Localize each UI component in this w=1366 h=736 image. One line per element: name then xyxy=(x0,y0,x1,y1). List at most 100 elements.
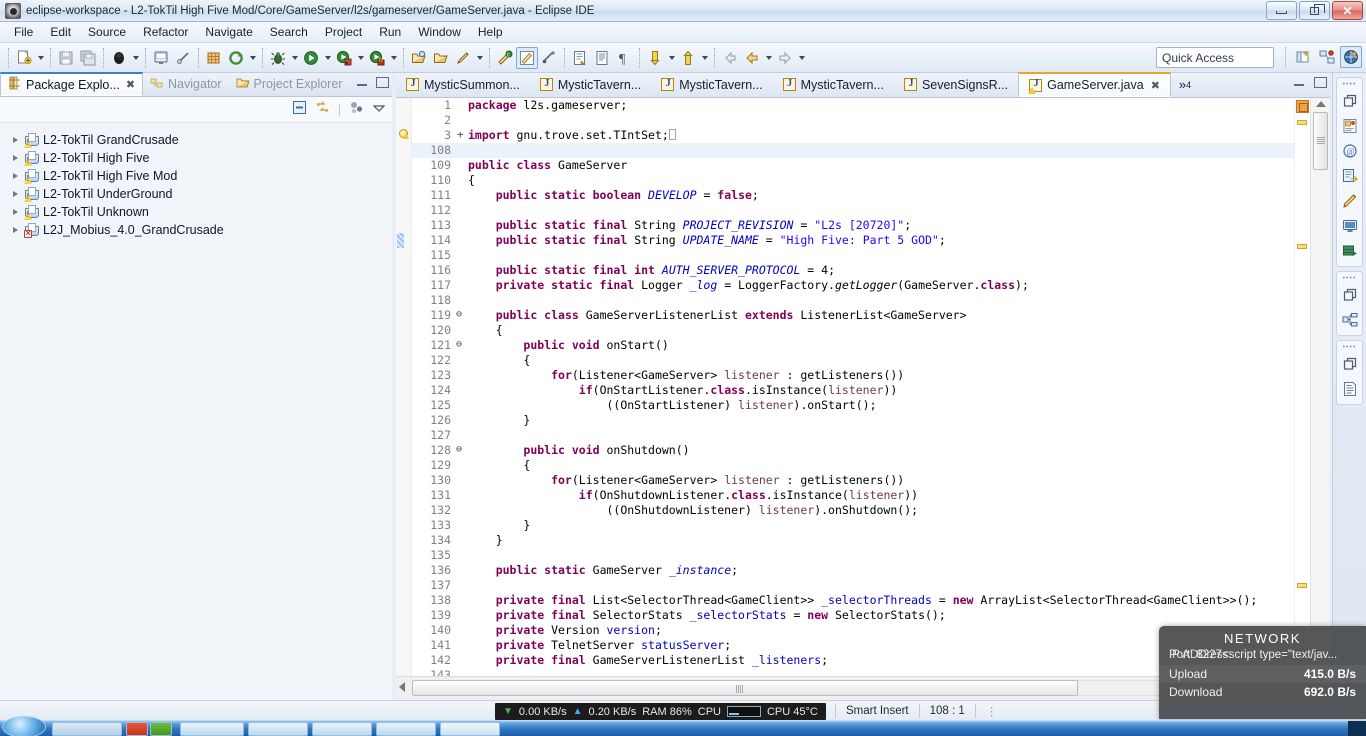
menu-item-navigate[interactable]: Navigate xyxy=(197,23,260,41)
overview-warning-mark[interactable] xyxy=(1297,120,1307,125)
menu-item-run[interactable]: Run xyxy=(371,23,409,41)
link-with-editor-icon[interactable] xyxy=(315,100,330,118)
taskbar-item[interactable] xyxy=(180,722,244,736)
expand-arrow-icon[interactable] xyxy=(10,135,21,146)
taskbar-item[interactable] xyxy=(150,722,172,736)
tree-item-project[interactable]: L2-TokTil High Five xyxy=(6,149,392,167)
open-type-icon[interactable] xyxy=(408,47,430,69)
tab-package-explorer[interactable]: Package Explo... ✖ xyxy=(0,72,144,96)
pencil-ruler-icon[interactable] xyxy=(1337,189,1363,213)
expand-arrow-icon[interactable] xyxy=(10,189,21,200)
external-tools-dropdown-icon[interactable] xyxy=(355,47,366,69)
annotation-ruler[interactable] xyxy=(396,98,412,676)
restore-icon[interactable] xyxy=(1337,89,1363,113)
next-annotation-icon[interactable] xyxy=(644,47,666,69)
expand-arrow-icon[interactable] xyxy=(10,171,21,182)
restore-icon[interactable] xyxy=(1337,352,1363,376)
editor-tab-overflow[interactable]: » 4 xyxy=(1171,72,1199,97)
minimize-view-icon[interactable] xyxy=(356,76,369,89)
outline-view-icon[interactable] xyxy=(1337,114,1363,138)
editor-tab-sevensigns[interactable]: SevenSignsR... xyxy=(894,72,1018,97)
editor-tab-mysticsummon[interactable]: MysticSummon... xyxy=(396,72,530,97)
minimize-editor-icon[interactable] xyxy=(1293,76,1306,89)
hierarchy-view-icon[interactable] xyxy=(1337,308,1363,332)
show-whitespace-icon[interactable] xyxy=(569,47,591,69)
new-wizard-icon[interactable] xyxy=(13,47,35,69)
run-ant-icon[interactable] xyxy=(366,47,388,69)
paragraph-mark-icon[interactable]: ¶ xyxy=(613,47,635,69)
expand-arrow-icon[interactable] xyxy=(10,153,21,164)
overview-ruler[interactable] xyxy=(1294,98,1310,676)
servers-view-icon[interactable] xyxy=(1337,239,1363,263)
properties-view-icon[interactable] xyxy=(1337,377,1363,401)
fold-minus-icon[interactable] xyxy=(456,443,468,458)
scroll-up-arrow-icon[interactable] xyxy=(1316,101,1326,107)
toggle-block-selection-icon[interactable] xyxy=(516,46,538,69)
taskbar-item[interactable] xyxy=(312,722,372,736)
taskbar-item[interactable] xyxy=(52,722,122,736)
previous-annotation-dropdown-icon[interactable] xyxy=(699,47,710,69)
java-perspective-icon[interactable] xyxy=(1316,46,1338,68)
declaration-view-icon[interactable] xyxy=(1337,164,1363,188)
print-icon[interactable] xyxy=(108,47,130,69)
debug-icon[interactable] xyxy=(267,47,289,69)
close-icon[interactable]: ✖ xyxy=(126,78,135,91)
java-ee-perspective-icon[interactable] xyxy=(1340,46,1362,68)
menu-item-file[interactable]: File xyxy=(6,23,41,41)
overview-warning-mark[interactable] xyxy=(1297,244,1307,249)
debug-dropdown-icon[interactable] xyxy=(289,47,300,69)
vertical-scroll-thumb[interactable] xyxy=(1313,112,1328,170)
editor-vertical-scrollbar[interactable] xyxy=(1310,98,1330,676)
refresh-dropdown-icon[interactable] xyxy=(247,47,258,69)
new-java-package-icon[interactable] xyxy=(203,47,225,69)
forward-icon[interactable] xyxy=(774,47,796,69)
expand-arrow-icon[interactable] xyxy=(10,207,21,218)
run-dropdown-icon[interactable] xyxy=(322,47,333,69)
menu-item-help[interactable]: Help xyxy=(470,23,511,41)
tree-item-project[interactable]: L2-TokTil Unknown xyxy=(6,203,392,221)
close-icon[interactable]: ✖ xyxy=(1151,79,1160,92)
search-icon[interactable] xyxy=(452,47,474,69)
save-icon[interactable] xyxy=(55,47,77,69)
tree-item-project[interactable]: L2-TokTil GrandCrusade xyxy=(6,131,392,149)
fold-minus-icon[interactable] xyxy=(456,308,468,323)
minimize-button[interactable] xyxy=(1266,1,1297,20)
toggle-mark-occurrences-icon[interactable] xyxy=(150,47,172,69)
overview-status-icon[interactable] xyxy=(1296,100,1309,113)
back-dropdown-icon[interactable] xyxy=(763,47,774,69)
open-perspective-icon[interactable] xyxy=(1292,46,1314,68)
menu-item-source[interactable]: Source xyxy=(80,23,134,41)
horizontal-scroll-thumb[interactable] xyxy=(412,680,1078,696)
status-drag-handle[interactable]: ⋮ xyxy=(986,704,1000,718)
fold-minus-icon[interactable] xyxy=(456,338,468,353)
system-tray[interactable] xyxy=(1348,721,1366,736)
fold-plus-icon[interactable] xyxy=(456,127,468,143)
print-dropdown-icon[interactable] xyxy=(130,47,141,69)
scroll-left-arrow-icon[interactable] xyxy=(399,682,405,692)
external-tools-icon[interactable] xyxy=(333,47,355,69)
quick-access-input[interactable]: Quick Access xyxy=(1156,47,1274,68)
toggle-word-wrap-icon[interactable] xyxy=(538,47,560,69)
code-editor[interactable]: 1 2 3 108 109 110 111 112 113 114 115 116 117 118 119 1… xyxy=(396,98,1330,676)
editor-tab-mystictavern-2[interactable]: MysticTavern... xyxy=(651,72,772,97)
open-task-icon[interactable] xyxy=(430,47,452,69)
next-annotation-dropdown-icon[interactable] xyxy=(666,47,677,69)
back-icon[interactable] xyxy=(741,47,763,69)
tab-navigator[interactable]: Navigator xyxy=(143,72,229,96)
editor-tab-gameserver[interactable]: GameServer.java ✖ xyxy=(1018,72,1171,97)
open-console-icon[interactable] xyxy=(591,47,613,69)
maximize-view-icon[interactable] xyxy=(375,76,389,89)
folding-ruler[interactable] xyxy=(456,98,468,676)
menu-item-project[interactable]: Project xyxy=(317,23,370,41)
menu-item-edit[interactable]: Edit xyxy=(42,23,79,41)
maximize-restore-button[interactable] xyxy=(1299,1,1330,20)
maximize-editor-icon[interactable] xyxy=(1313,76,1327,89)
close-button[interactable]: ✕ xyxy=(1332,1,1363,20)
toggle-breakpoint-icon[interactable] xyxy=(172,47,194,69)
console-view-icon[interactable] xyxy=(1337,214,1363,238)
menu-item-refactor[interactable]: Refactor xyxy=(135,23,196,41)
taskbar-item[interactable] xyxy=(440,722,500,736)
editor-tab-mystictavern-3[interactable]: MysticTavern... xyxy=(773,72,894,97)
taskbar-item[interactable] xyxy=(248,722,308,736)
view-menu-icon[interactable] xyxy=(372,101,386,118)
